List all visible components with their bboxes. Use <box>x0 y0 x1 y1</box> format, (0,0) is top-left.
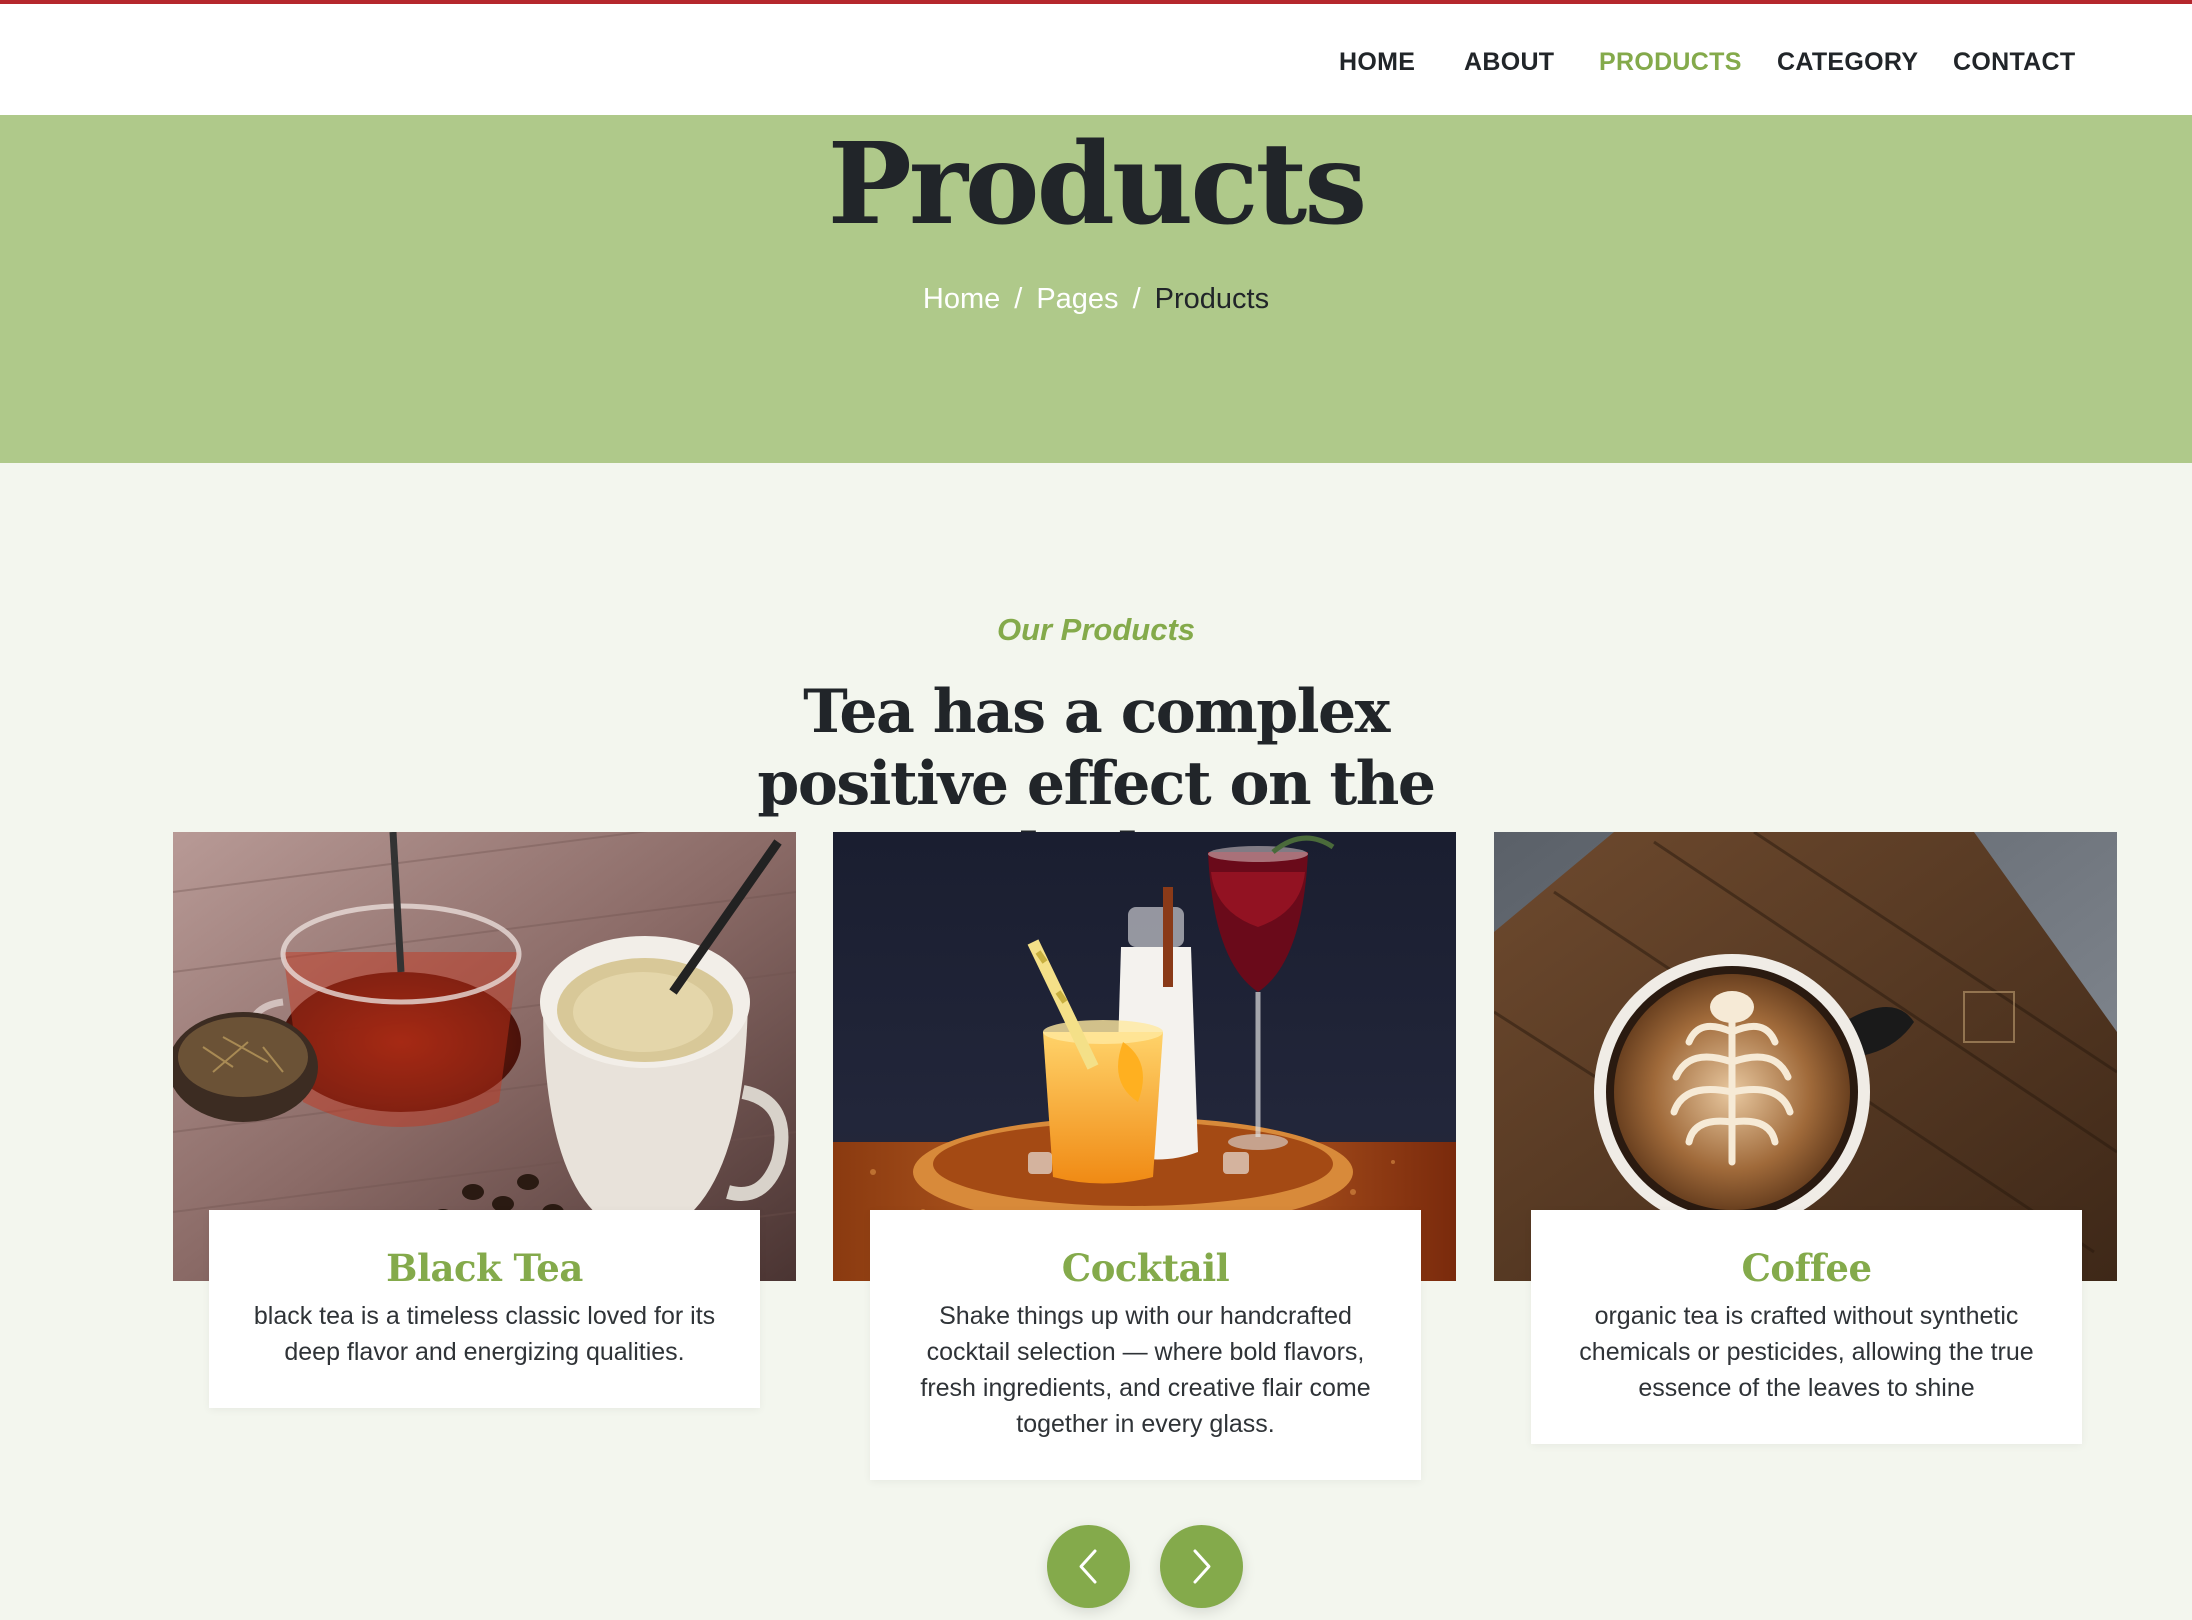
breadcrumb-current: Products <box>1154 283 1270 315</box>
product-description: black tea is a timeless classic loved fo… <box>253 1302 716 1366</box>
breadcrumb: Home / Pages / Products <box>0 281 2192 317</box>
navbar: HOME ABOUT PRODUCTS CATEGORY CONTACT <box>0 4 2192 115</box>
product-card-black-tea[interactable]: Black Tea black tea is a timeless classi… <box>209 1210 760 1408</box>
page-header: Products Home / Pages / Products <box>0 115 2192 463</box>
nav-about[interactable]: ABOUT <box>1464 48 1554 77</box>
nav-products[interactable]: PRODUCTS <box>1599 48 1742 77</box>
product-card-cocktail[interactable]: Cocktail Shake things up with our handcr… <box>870 1210 1421 1480</box>
chevron-right-icon <box>1193 1549 1211 1584</box>
product-description: organic tea is crafted without synthetic… <box>1579 1302 2034 1402</box>
product-title: Coffee <box>1741 1246 1872 1290</box>
breadcrumb-home[interactable]: Home <box>923 283 1000 315</box>
section-subtitle: Our Products <box>996 612 1196 647</box>
product-title: Cocktail <box>1061 1246 1230 1290</box>
product-card-coffee[interactable]: Coffee organic tea is crafted without sy… <box>1531 1210 2082 1444</box>
chevron-left-icon <box>1079 1549 1097 1584</box>
carousel-next-button[interactable] <box>1160 1525 1243 1608</box>
page-title: Products <box>827 119 1368 250</box>
nav-contact[interactable]: CONTACT <box>1953 48 2075 77</box>
breadcrumb-separator: / <box>1132 283 1141 315</box>
product-description: Shake things up with our handcrafted coc… <box>920 1302 1371 1438</box>
breadcrumb-pages[interactable]: Pages <box>1036 283 1118 315</box>
nav-category[interactable]: CATEGORY <box>1777 48 1918 77</box>
breadcrumb-separator: / <box>1014 283 1023 315</box>
product-title: Black Tea <box>386 1246 583 1290</box>
carousel-prev-button[interactable] <box>1047 1525 1130 1608</box>
nav-home[interactable]: HOME <box>1339 48 1415 77</box>
